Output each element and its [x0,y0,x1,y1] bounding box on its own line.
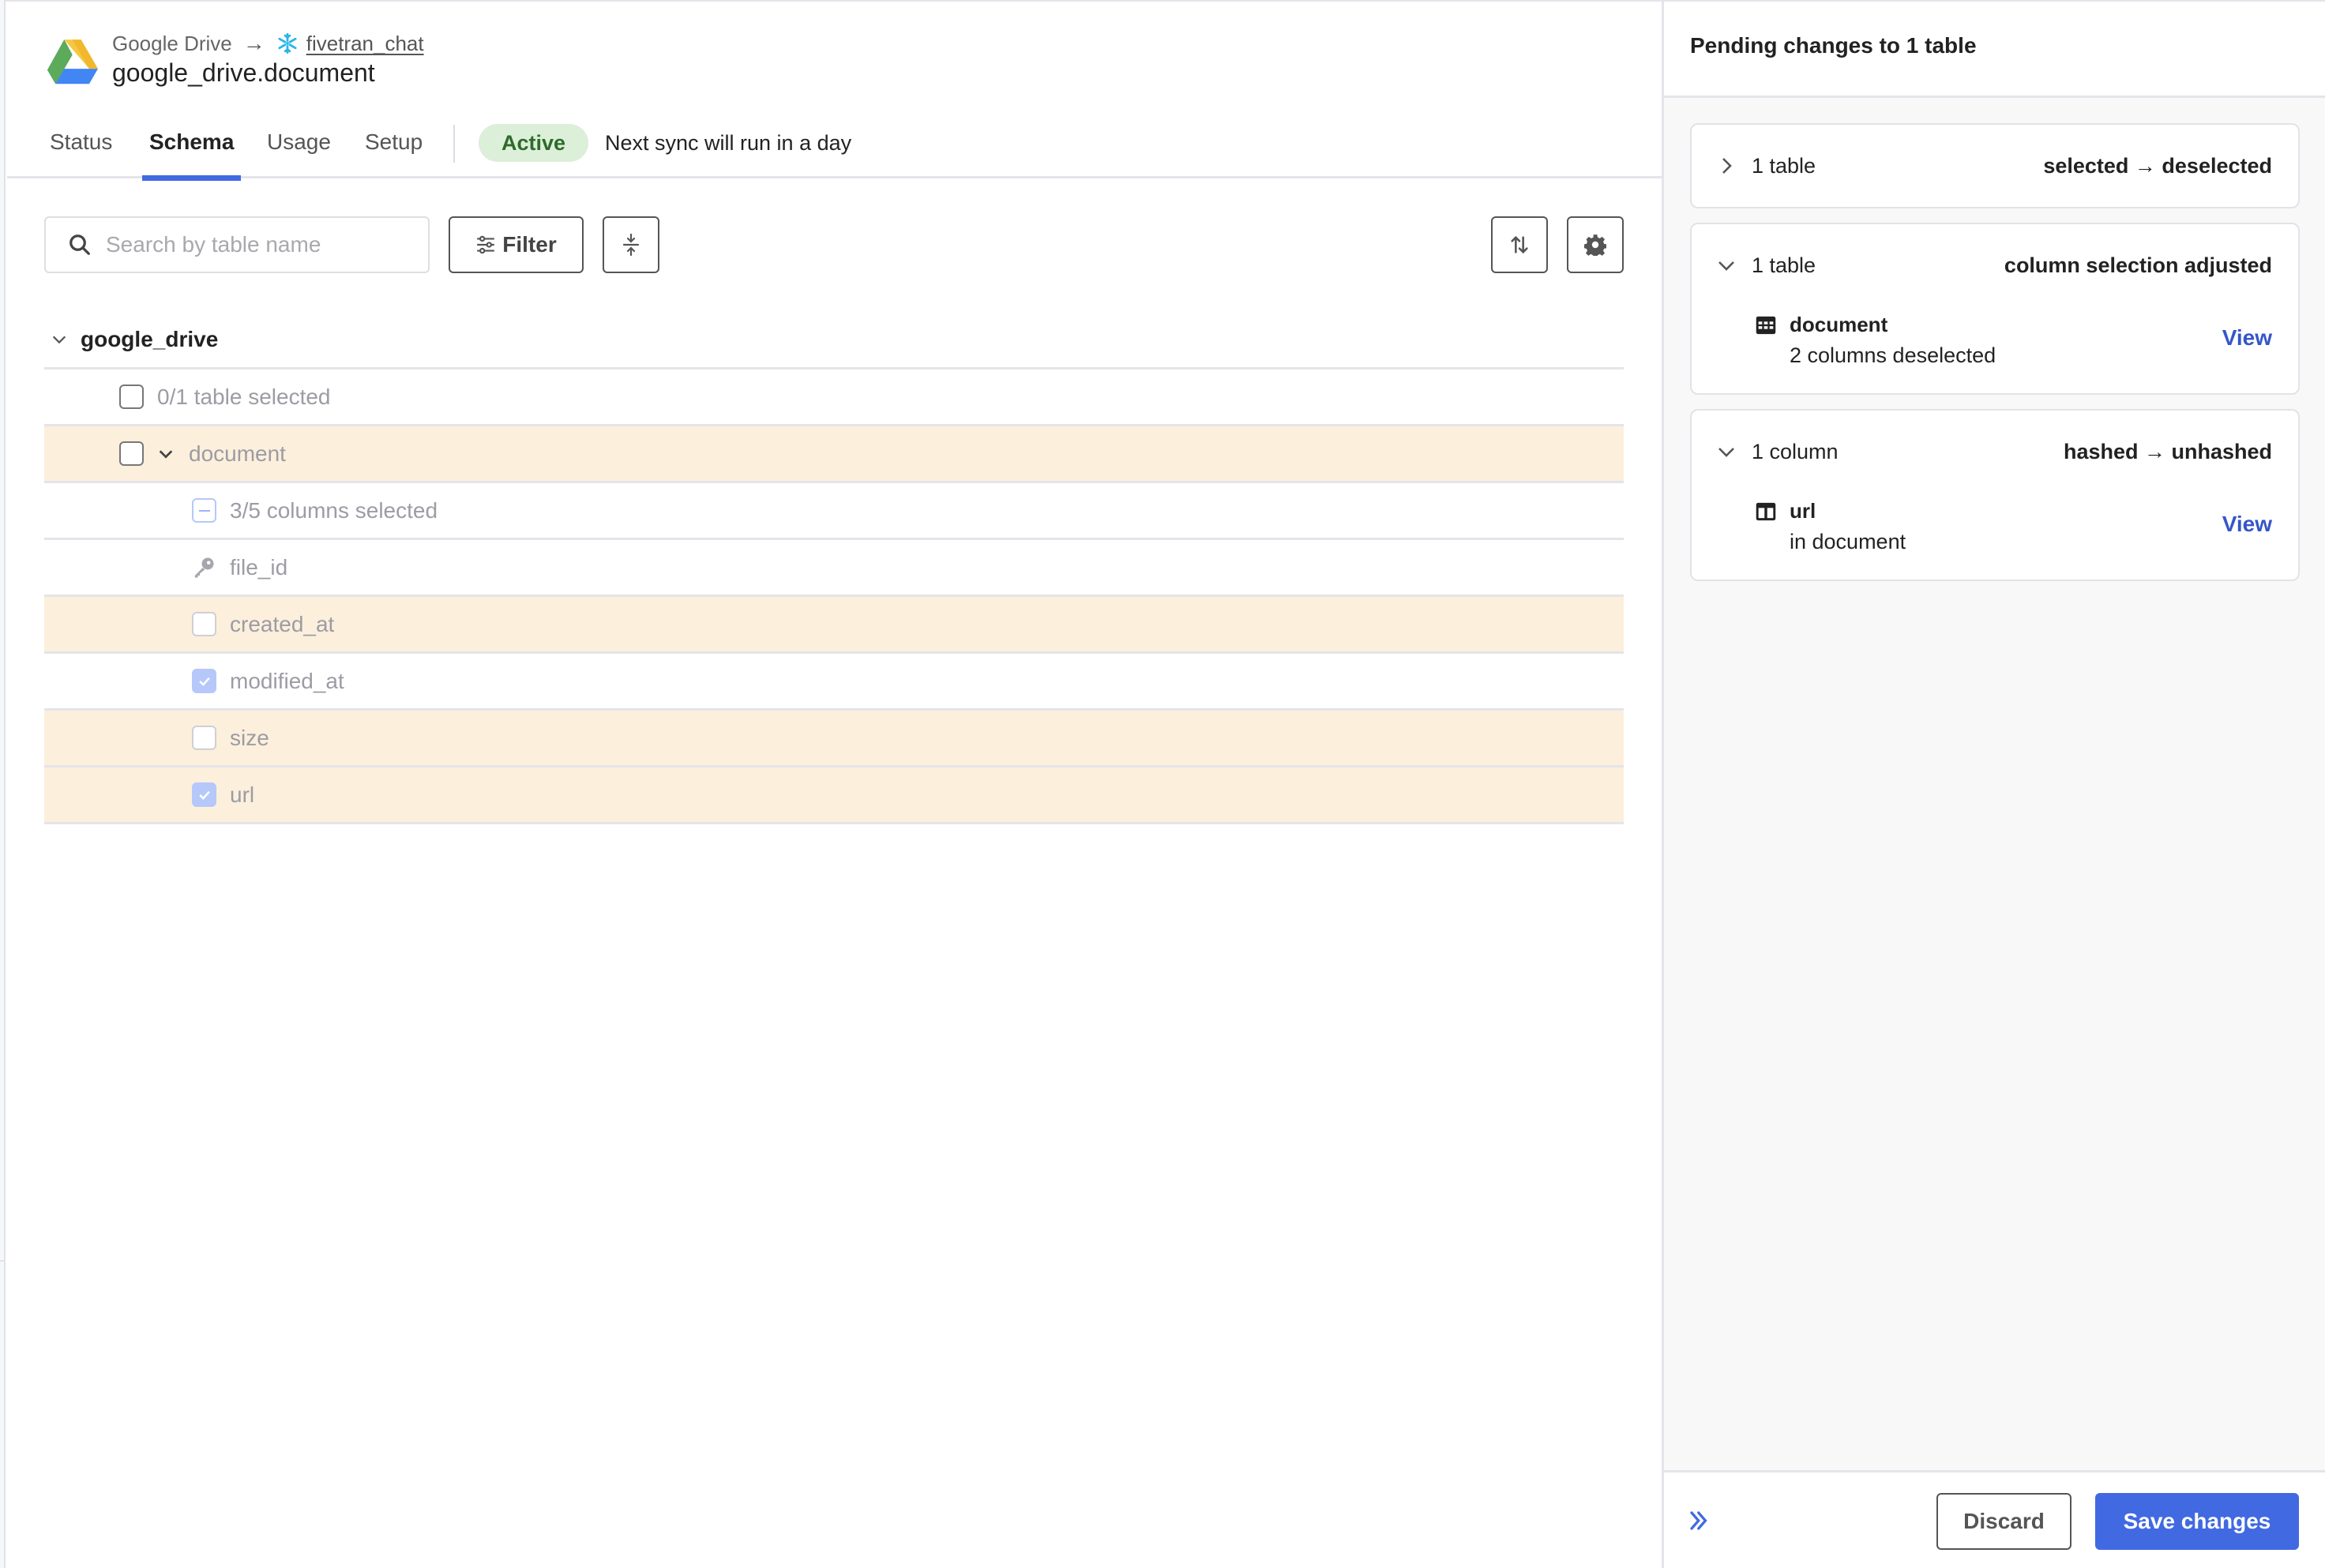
gear-icon [1584,234,1606,256]
select-all-columns-checkbox[interactable] [192,498,216,523]
left-nav-edge [0,0,6,1568]
change-group-card: 1 table selected → deselected [1690,123,2300,208]
chevron-down-icon[interactable] [1717,442,1736,461]
pending-changes-title: Pending changes to 1 table [1664,2,2325,98]
change-group-header[interactable]: 1 table column selection adjusted [1692,224,2298,306]
select-all-tables-checkbox[interactable] [119,384,144,409]
change-count: 1 table [1752,253,1816,277]
columns-summary-row: 3/5 columns selected [44,483,1624,540]
sort-arrows-icon [1511,235,1528,254]
column-checkbox[interactable] [192,669,216,693]
change-count: 1 table [1752,153,1816,178]
column-name: url [230,782,255,807]
chevron-down-icon[interactable] [51,331,68,348]
collapse-arrows-icon [622,233,640,257]
column-row[interactable]: url [44,767,1624,824]
change-group-header[interactable]: 1 column hashed → unhashed [1692,411,2298,493]
schema-row[interactable]: google_drive [44,311,1624,369]
column-row[interactable]: file_id [44,540,1624,597]
table-name: document [189,441,286,466]
tab-setup[interactable]: Setup [365,120,423,178]
view-link[interactable]: View [2222,512,2272,537]
pending-changes-list: 1 table selected → deselected 1 table co… [1690,123,2300,595]
change-description: column selection adjusted [2004,253,2272,277]
tables-summary-row: 0/1 table selected [44,369,1624,426]
checkmark-icon [198,790,210,800]
settings-button[interactable] [1567,216,1624,273]
change-item-detail: 2 columns deselected [1790,343,1996,367]
change-item: document 2 columns deselected View [1692,306,2298,393]
chevron-down-icon[interactable] [157,445,175,463]
google-drive-logo-icon [47,39,98,84]
column-name: modified_at [230,668,344,693]
filter-button[interactable]: Filter [449,216,584,273]
schema-panel: Google Drive → fivetran_chat google_driv… [7,2,1662,1568]
save-changes-button[interactable]: Save changes [2095,1493,2299,1550]
change-group-header[interactable]: 1 table selected → deselected [1692,125,2298,207]
filter-label: Filter [502,232,557,257]
column-row[interactable]: created_at [44,597,1624,654]
search-icon [69,234,90,255]
pending-changes-panel: Pending changes to 1 table 1 table selec… [1662,2,2325,1568]
schema-toolbar: Filter [7,216,1662,275]
status-badge: Active [479,124,589,162]
change-item-detail: in document [1790,530,1906,553]
column-row[interactable]: size [44,711,1624,767]
change-count: 1 column [1752,439,1839,463]
column-name: size [230,725,269,750]
left-nav-divider [0,1260,6,1262]
page-title: google_drive.document [112,58,375,87]
next-sync-text: Next sync will run in a day [605,131,852,155]
table-row-document[interactable]: document [44,426,1624,483]
schema-name: google_drive [81,326,219,351]
key-icon [194,557,214,577]
connector-header: Google Drive → fivetran_chat google_driv… [7,2,1662,181]
column-checkbox[interactable] [192,726,216,750]
tab-separator [453,125,455,163]
pending-changes-footer: Discard Save changes [1664,1470,2325,1568]
collapse-all-button[interactable] [603,216,659,273]
change-description: selected → deselected [2043,153,2272,178]
columns-summary: 3/5 columns selected [230,497,438,523]
sliders-icon [477,235,495,254]
column-checkbox[interactable] [192,782,216,807]
chevron-down-icon[interactable] [1717,256,1736,275]
discard-button[interactable]: Discard [1936,1493,2071,1550]
change-group-card: 1 table column selection adjusted docume… [1690,223,2300,395]
double-chevron-right-icon[interactable] [1688,1509,1711,1532]
breadcrumb: Google Drive → fivetran_chat [112,30,424,57]
chevron-right-icon[interactable] [1717,156,1736,175]
change-item: url in document View [1692,493,2298,580]
table-checkbox[interactable] [119,441,144,466]
view-link[interactable]: View [2222,325,2272,351]
change-item-name: url [1790,499,1816,523]
sort-button[interactable] [1491,216,1548,273]
search-field[interactable] [44,216,430,273]
schema-tree: google_drive 0/1 table selected document… [44,311,1624,824]
search-input[interactable] [106,232,422,257]
change-item-name: document [1790,313,1888,336]
column-checkbox[interactable] [192,612,216,636]
checkmark-icon [198,677,210,686]
tables-summary: 0/1 table selected [157,384,331,409]
destination-link[interactable]: fivetran_chat [306,32,424,56]
column-row[interactable]: modified_at [44,654,1624,711]
snowflake-icon [278,32,297,54]
column-name: created_at [230,611,335,636]
column-icon [1756,502,1776,521]
column-name: file_id [230,554,288,580]
tab-schema[interactable]: Schema [141,120,242,181]
source-name: Google Drive [112,31,232,55]
change-description: hashed → unhashed [2063,439,2272,463]
arrow-right-icon: → [242,31,265,55]
change-group-card: 1 column hashed → unhashed url in docume… [1690,409,2300,581]
table-icon [1756,316,1776,335]
tab-usage[interactable]: Usage [267,120,331,178]
tab-status[interactable]: Status [50,120,112,178]
